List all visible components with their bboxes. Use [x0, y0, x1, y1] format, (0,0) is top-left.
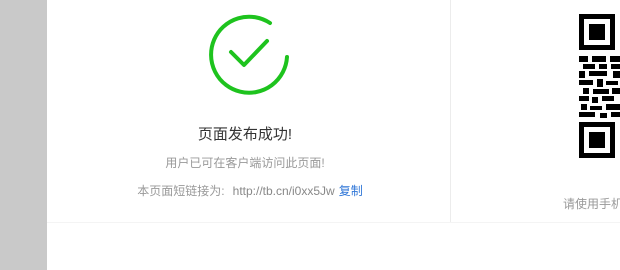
copy-link-button[interactable]: 复制	[339, 184, 363, 198]
panel-divider	[450, 0, 451, 222]
check-circle-icon	[205, 10, 295, 100]
short-link-label: 本页面短链接为:	[137, 184, 225, 198]
success-title: 页面发布成功!	[197, 126, 293, 143]
short-link-url[interactable]: http://tb.cn/i0xx5Jw	[233, 184, 335, 198]
success-description: 用户已可在客户端访问此页面!	[165, 156, 325, 170]
card-bottom-border	[47, 222, 620, 223]
short-link-row: 本页面短链接为: http://tb.cn/i0xx5Jw 复制	[100, 182, 400, 199]
qr-code	[575, 10, 620, 160]
left-panel-edge	[0, 0, 47, 270]
qr-scan-hint: 请使用手机	[563, 197, 620, 211]
